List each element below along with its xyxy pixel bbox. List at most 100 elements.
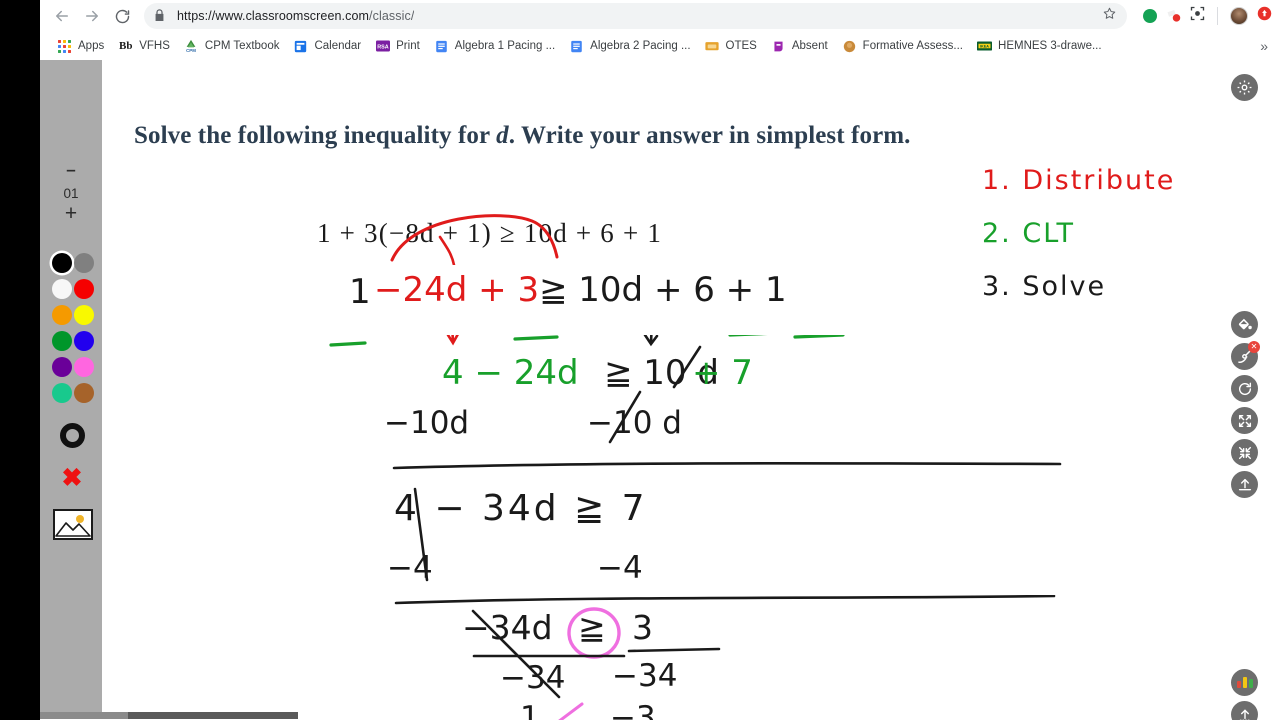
color-swatch-pink[interactable] bbox=[73, 354, 95, 380]
folder-icon bbox=[705, 39, 720, 54]
step-label: Solve bbox=[1022, 271, 1107, 302]
pen-size-decrease-button[interactable]: – bbox=[40, 161, 102, 178]
rsa-print-icon: RSA bbox=[375, 39, 390, 54]
whiteboard-canvas[interactable]: Solve the following inequality for d. Wr… bbox=[102, 60, 1280, 720]
prompt-text-a: Solve the following inequality for bbox=[134, 122, 497, 149]
pen-off-icon[interactable]: ✕ bbox=[1231, 341, 1260, 370]
color-swatch-orange[interactable] bbox=[51, 302, 73, 328]
work-line: 1 bbox=[349, 272, 371, 312]
bookmark-label: HEMNES 3-drawe... bbox=[998, 40, 1102, 52]
red-circle-extension-icon[interactable] bbox=[1257, 6, 1272, 26]
color-swatch-black[interactable] bbox=[51, 250, 73, 276]
orange-circle-icon bbox=[842, 39, 857, 54]
distribute-arc-annotation bbox=[390, 214, 559, 265]
bookmark-calendar[interactable]: Calendar bbox=[286, 35, 368, 57]
clear-x-icon[interactable]: ✖ bbox=[59, 465, 85, 491]
back-button[interactable] bbox=[48, 2, 76, 30]
forward-button[interactable] bbox=[78, 2, 106, 30]
bookmark-label: Formative Assess... bbox=[862, 40, 964, 52]
paint-bucket-icon[interactable] bbox=[1231, 311, 1258, 338]
bookmark-label: Apps bbox=[78, 40, 105, 52]
expand-arrows-icon[interactable] bbox=[1231, 439, 1258, 466]
bookmark-algebra-1-pacing[interactable]: Algebra 1 Pacing ... bbox=[427, 35, 562, 57]
green-extension-icon[interactable] bbox=[1143, 9, 1157, 23]
svg-text:CPM: CPM bbox=[187, 48, 197, 53]
work-line: −10d bbox=[384, 405, 470, 441]
bookmark-hemnes[interactable]: IKEA HEMNES 3-drawe... bbox=[970, 35, 1109, 57]
browser-chrome: https://www.classroomscreen.com/classic/ bbox=[40, 0, 1280, 60]
color-swatch-yellow[interactable] bbox=[73, 302, 95, 328]
red-extension-icon[interactable] bbox=[1166, 9, 1181, 23]
svg-text:IKEA: IKEA bbox=[980, 45, 989, 49]
svg-text:RSA: RSA bbox=[377, 44, 389, 50]
bookmark-label: Print bbox=[396, 40, 420, 52]
bookmark-print[interactable]: RSA Print bbox=[368, 35, 427, 57]
screen-root: https://www.classroomscreen.com/classic/ bbox=[0, 0, 1280, 720]
bookmarks-overflow-button[interactable]: » bbox=[1260, 38, 1272, 54]
scrollbar-track[interactable] bbox=[40, 712, 128, 719]
step-label: CLT bbox=[1022, 218, 1076, 249]
bookmark-label: OTES bbox=[725, 40, 757, 52]
reload-button[interactable] bbox=[108, 2, 136, 30]
add-image-icon[interactable] bbox=[53, 509, 93, 540]
classroomscreen-app: – 01 + ✖ Solve the following inequality … bbox=[40, 60, 1280, 720]
bookmark-label: Algebra 2 Pacing ... bbox=[590, 40, 691, 52]
color-swatch-brown[interactable] bbox=[73, 380, 95, 406]
color-swatch-red[interactable] bbox=[73, 276, 95, 302]
bookmark-otes[interactable]: OTES bbox=[698, 35, 764, 57]
work-line: 3 bbox=[632, 608, 653, 647]
upload-icon[interactable] bbox=[1231, 471, 1258, 498]
traffic-light-icon[interactable] bbox=[1231, 669, 1258, 696]
bookmark-cpm-textbook[interactable]: CPM CPM Textbook bbox=[177, 35, 287, 57]
refresh-icon[interactable] bbox=[1231, 375, 1258, 402]
pen-size-increase-button[interactable]: + bbox=[40, 203, 102, 224]
strike-10d bbox=[672, 345, 702, 389]
apps-grid-icon bbox=[57, 39, 72, 54]
eraser-circle-icon[interactable] bbox=[60, 423, 85, 448]
bookmark-label: Calendar bbox=[314, 40, 362, 52]
bookmark-label: Algebra 1 Pacing ... bbox=[454, 40, 556, 52]
color-palette bbox=[51, 250, 95, 406]
screen-capture-icon[interactable] bbox=[1190, 6, 1205, 26]
extensions-area bbox=[1133, 6, 1272, 26]
address-bar[interactable]: https://www.classroomscreen.com/classic/ bbox=[144, 3, 1127, 29]
bookmark-star-icon[interactable] bbox=[1102, 6, 1117, 26]
bookmarks-bar: Apps Bb VFHS CPM CPM Textbook Calendar R… bbox=[40, 32, 1280, 60]
strike-minus-10d bbox=[608, 390, 642, 444]
gear-icon[interactable] bbox=[1231, 74, 1258, 101]
color-swatch-white[interactable] bbox=[51, 276, 73, 302]
cpm-icon: CPM bbox=[184, 39, 199, 54]
jamboard-icon bbox=[771, 39, 786, 54]
steps-list: 1. Distribute 2. CLT 3. Solve bbox=[982, 165, 1175, 324]
work-line: −4 bbox=[597, 550, 643, 586]
step-item: 3. Solve bbox=[982, 271, 1175, 302]
ikea-icon: IKEA bbox=[977, 39, 993, 54]
work-line: ≧ 10d + 6 + 1 bbox=[539, 270, 787, 310]
calendar-icon bbox=[293, 39, 308, 54]
work-line: −34 bbox=[612, 658, 678, 694]
bookmark-absent[interactable]: Absent bbox=[764, 35, 835, 57]
avatar[interactable] bbox=[1230, 7, 1248, 25]
bookmark-vfhs[interactable]: Bb VFHS bbox=[111, 35, 177, 57]
remove-badge-icon[interactable]: ✕ bbox=[1248, 341, 1260, 353]
browser-toolbar: https://www.classroomscreen.com/classic/ bbox=[40, 0, 1280, 32]
horizontal-scrollbar[interactable] bbox=[40, 711, 1280, 720]
color-swatch-purple[interactable] bbox=[51, 354, 73, 380]
bookmark-apps[interactable]: Apps bbox=[50, 35, 111, 57]
color-swatch-green[interactable] bbox=[51, 328, 73, 354]
step-number: 1. bbox=[982, 165, 1012, 196]
toolbar-divider bbox=[1217, 7, 1218, 25]
bookmark-algebra-2-pacing[interactable]: Algebra 2 Pacing ... bbox=[562, 35, 697, 57]
step-item: 2. CLT bbox=[982, 218, 1175, 249]
color-swatch-teal[interactable] bbox=[51, 380, 73, 406]
bookmark-label: VFHS bbox=[139, 40, 170, 52]
color-swatch-gray[interactable] bbox=[73, 250, 95, 276]
strike-four bbox=[413, 487, 429, 582]
page-title: Solve the following inequality for d. Wr… bbox=[134, 122, 1094, 150]
color-swatch-blue[interactable] bbox=[73, 328, 95, 354]
collapse-arrows-icon[interactable] bbox=[1231, 407, 1258, 434]
bookmark-formative-assessment[interactable]: Formative Assess... bbox=[835, 35, 970, 57]
work-line: −24d + 3 bbox=[374, 270, 540, 310]
scrollbar-thumb[interactable] bbox=[128, 712, 298, 719]
blackboard-bb-icon: Bb bbox=[118, 40, 133, 52]
